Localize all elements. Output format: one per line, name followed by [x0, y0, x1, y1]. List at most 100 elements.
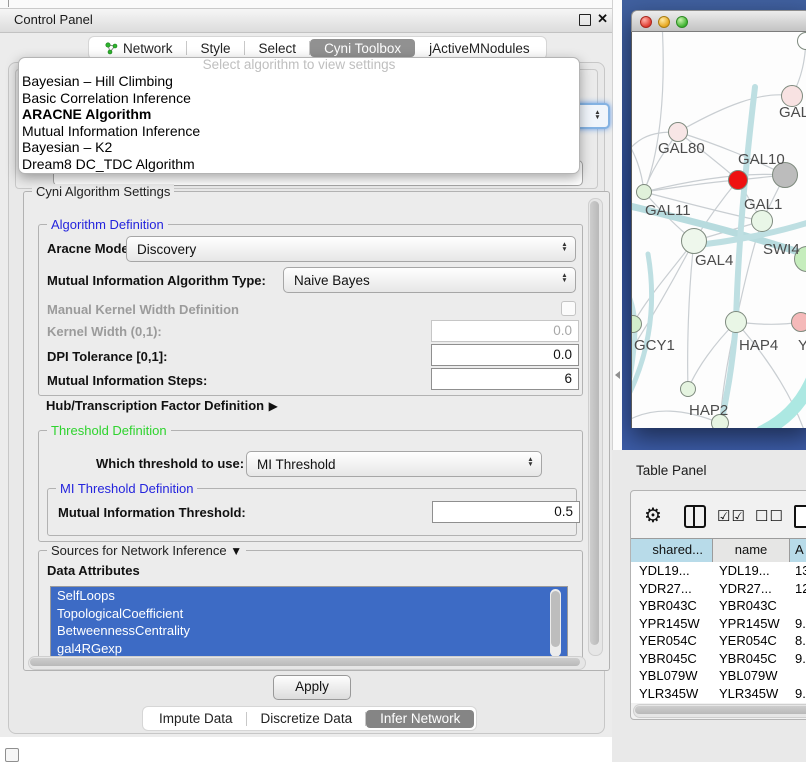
aracne-mode-combobox[interactable]: Discovery ▲▼: [126, 236, 576, 262]
minimized-panel-icon[interactable]: [5, 748, 19, 762]
tab-cyni-toolbox[interactable]: Cyni Toolbox: [310, 39, 415, 57]
column-header-a[interactable]: A: [790, 539, 806, 562]
gear-icon[interactable]: ⚙: [644, 505, 662, 527]
manual-kernel-checkbox[interactable]: [561, 301, 576, 316]
tick-mark: [8, 0, 9, 7]
tab-infer-network[interactable]: Infer Network: [366, 710, 474, 728]
divider-collapse-icon[interactable]: [615, 371, 620, 379]
table-cell: YLR345W: [713, 685, 790, 703]
algorithm-option-aracne-algorithm[interactable]: ARACNE Algorithm: [19, 106, 579, 123]
network-window-titlebar[interactable]: [631, 10, 806, 32]
network-node[interactable]: [751, 210, 773, 232]
table-row[interactable]: YDL19...YDL19...13: [631, 562, 806, 580]
column-header-shared[interactable]: shared...: [631, 539, 713, 562]
table-cell: 9.: [790, 685, 806, 703]
settings-vertical-scrollbar[interactable]: [588, 198, 603, 656]
node-label-gal80: GAL80: [658, 140, 705, 157]
attribute-item-selfloops[interactable]: SelfLoops: [51, 587, 567, 605]
tab-style[interactable]: Style: [187, 39, 245, 57]
list-scrollbar[interactable]: [550, 589, 561, 657]
attribute-item-topologicalcoefficient[interactable]: TopologicalCoefficient: [51, 605, 567, 623]
network-node[interactable]: [668, 122, 688, 142]
which-threshold-combobox[interactable]: MI Threshold ▲▼: [246, 451, 542, 477]
hub-definition-toggle[interactable]: Hub/Transcription Factor Definition ▶: [46, 397, 278, 415]
manual-kernel-label: Manual Kernel Width Definition: [47, 302, 239, 317]
attribute-item-gal4rgexp[interactable]: gal4RGexp: [51, 640, 567, 658]
float-window-icon[interactable]: [579, 14, 591, 26]
expand-right-icon: ▶: [269, 399, 278, 413]
node-label-y: Y: [798, 337, 806, 354]
table-cell: YBR045C: [631, 650, 713, 668]
table-row[interactable]: YPR145WYPR145W9.: [631, 615, 806, 633]
tab-label: Infer Network: [380, 711, 460, 726]
tab-label: Cyni Toolbox: [324, 41, 401, 56]
table-row[interactable]: YBL079WYBL079W: [631, 667, 806, 685]
group-title: Cyni Algorithm Settings: [32, 184, 174, 199]
stepper-icon: ▲▼: [592, 110, 603, 120]
settings-horizontal-scrollbar[interactable]: [28, 656, 586, 670]
mi-threshold-field[interactable]: 0.5: [432, 501, 580, 523]
close-traffic-light-icon[interactable]: [640, 16, 652, 28]
tab-discretize-data[interactable]: Discretize Data: [247, 710, 367, 728]
zoom-traffic-light-icon[interactable]: [676, 16, 688, 28]
dpi-tolerance-field[interactable]: 0.0: [431, 344, 579, 366]
tab-jactivemnodules[interactable]: jActiveMNodules: [415, 39, 544, 57]
table-cell: YIL052C: [631, 702, 713, 703]
network-node[interactable]: [725, 311, 747, 333]
group-title: Threshold Definition: [47, 423, 171, 438]
mi-threshold-group: MI Threshold Definition Mutual Informati…: [47, 488, 577, 536]
node-label-gal10: GAL10: [738, 151, 785, 168]
data-attributes-list[interactable]: SelfLoopsTopologicalCoefficientBetweenne…: [50, 586, 568, 662]
table-row[interactable]: YER054CYER054C8.: [631, 632, 806, 650]
table-cell: 9: [790, 702, 806, 703]
document-icon[interactable]: [794, 505, 806, 528]
table-row[interactable]: YLR345WYLR345W9.: [631, 685, 806, 703]
table-body: YDL19...YDL19...13YDR27...YDR27...12YBR0…: [631, 562, 806, 703]
mi-steps-field[interactable]: 6: [431, 368, 579, 390]
table-cell: YDL19...: [713, 562, 790, 580]
network-node[interactable]: [680, 381, 696, 397]
close-icon[interactable]: ✕: [597, 11, 608, 27]
network-node[interactable]: [791, 312, 806, 332]
table-row[interactable]: YBR043CYBR043C: [631, 597, 806, 615]
sources-toggle[interactable]: Sources for Network Inference ▼: [47, 543, 246, 558]
attribute-item-betweennesscentrality[interactable]: BetweennessCentrality: [51, 622, 567, 640]
columns-icon[interactable]: [684, 505, 706, 528]
network-edges: [632, 32, 806, 428]
table-horizontal-scrollbar[interactable]: [633, 704, 806, 718]
network-canvas[interactable]: GAL7GAL80GAL10GAL11GAL1SWI4GAL4GCY1HAP4Y…: [631, 32, 806, 428]
algorithm-option-dream8-dc-tdc-algorithm[interactable]: Dream8 DC_TDC Algorithm: [19, 156, 579, 173]
tab-impute-data[interactable]: Impute Data: [145, 710, 247, 728]
table-row[interactable]: YDR27...YDR27...12: [631, 580, 806, 598]
node-label-gal1: GAL1: [744, 196, 782, 213]
table-cell: YBL079W: [631, 667, 713, 685]
algorithm-option-mutual-information-inference[interactable]: Mutual Information Inference: [19, 123, 579, 140]
network-node[interactable]: [728, 170, 748, 190]
network-node[interactable]: [636, 184, 652, 200]
kernel-width-field[interactable]: 0.0: [431, 320, 579, 342]
table-cell: 9.: [790, 650, 806, 668]
table-row[interactable]: YIL052CYIL052C9: [631, 702, 806, 703]
algorithm-option-bayesian-k2[interactable]: Bayesian – K2: [19, 139, 579, 156]
algorithm-option-bayesian-hill-climbing[interactable]: Bayesian – Hill Climbing: [19, 73, 579, 90]
algorithm-option-basic-correlation-inference[interactable]: Basic Correlation Inference: [19, 90, 579, 107]
tab-select[interactable]: Select: [245, 39, 311, 57]
deselect-all-icon[interactable]: ☐☐: [755, 507, 784, 525]
cyni-bottom-tabs: Impute DataDiscretize Data Infer Network: [142, 706, 477, 731]
top-strip: [0, 0, 612, 8]
network-icon: [105, 42, 118, 55]
table-cell: 8.: [790, 632, 806, 650]
column-header-name[interactable]: name: [713, 539, 790, 562]
minimize-traffic-light-icon[interactable]: [658, 16, 670, 28]
table-row[interactable]: YBR045CYBR045C9.: [631, 650, 806, 668]
tab-label: Network: [123, 41, 173, 56]
algorithm-definition-group: Algorithm Definition Aracne Mode: Discov…: [38, 224, 583, 396]
dropdown-placeholder: Select algorithm to view settings: [19, 58, 579, 73]
table-panel: Table Panel ⚙ ☑☑ ☐☐ shared...nameA YDL19…: [612, 450, 806, 762]
tab-network[interactable]: Network: [91, 39, 187, 57]
network-node[interactable]: [681, 228, 707, 254]
hub-definition-label: Hub/Transcription Factor Definition: [46, 398, 264, 413]
mi-type-combobox[interactable]: Naive Bayes ▲▼: [283, 267, 576, 293]
apply-button[interactable]: Apply: [273, 675, 351, 700]
select-all-icon[interactable]: ☑☑: [717, 507, 746, 525]
